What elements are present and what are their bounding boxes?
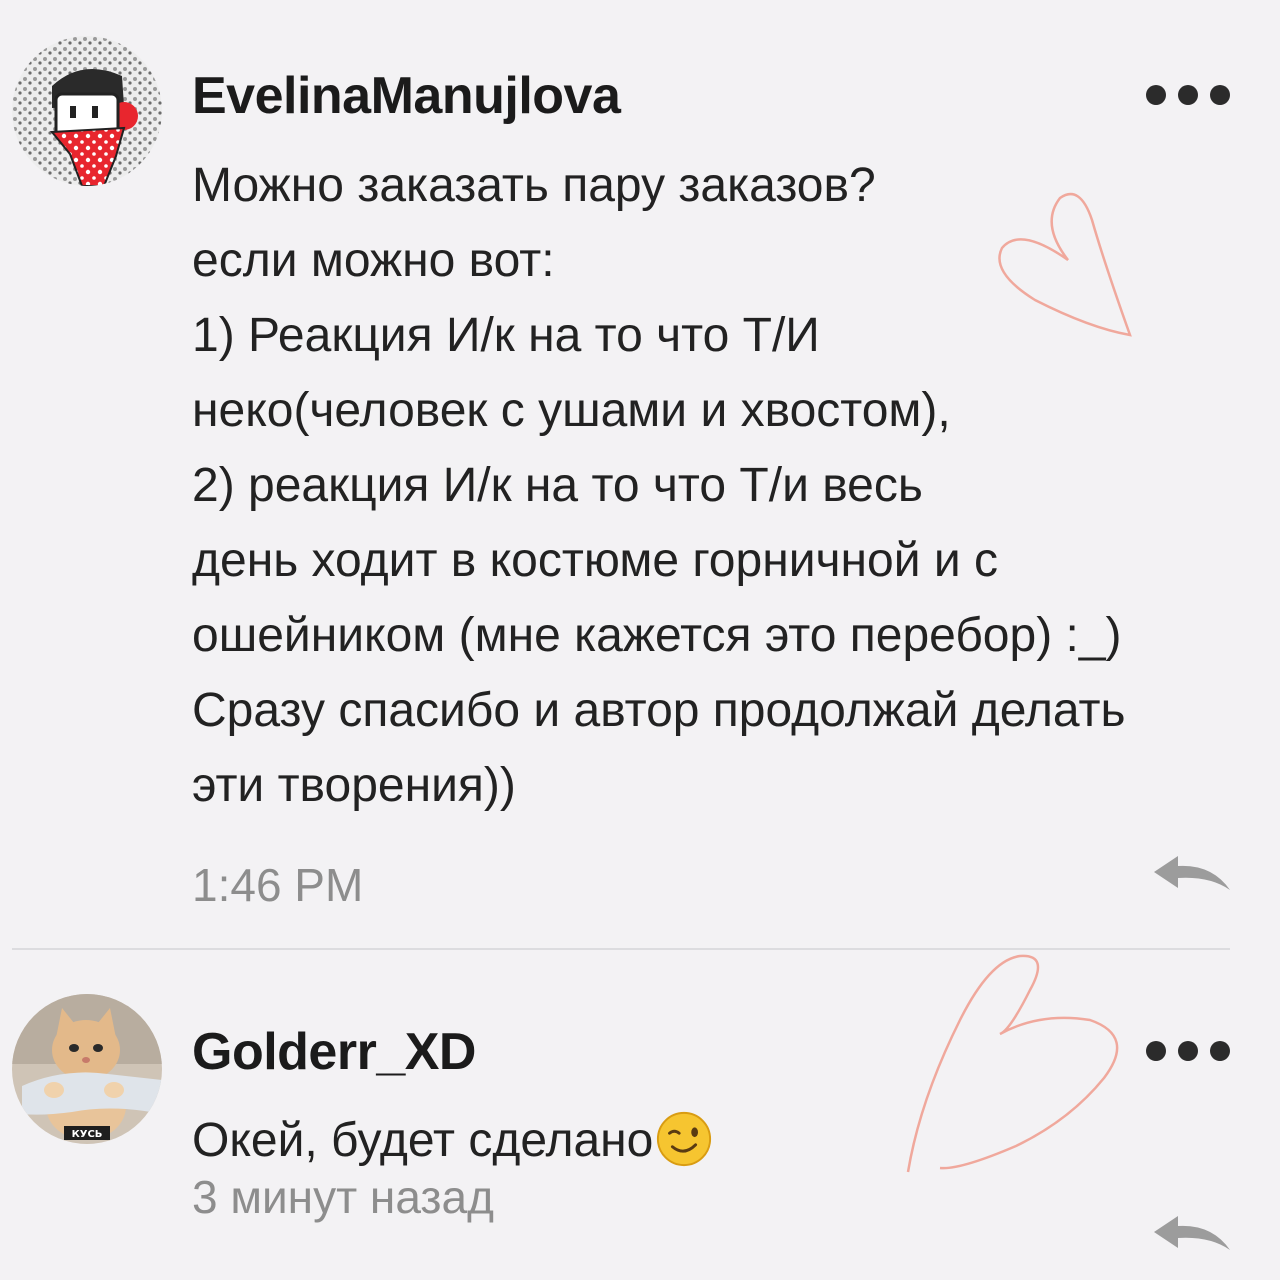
more-dots-icon <box>1210 1041 1230 1061</box>
comment-item: КУСЬ Golderr_XD Окей, будет сделано 3 ми… <box>0 950 1280 1280</box>
avatar[interactable]: КУСЬ <box>12 994 162 1144</box>
comment-text-content: Окей, будет сделано <box>192 1114 654 1167</box>
comment-text: Можно заказать пару заказов? если можно … <box>192 148 1252 823</box>
timestamp: 3 минут назад <box>192 1171 494 1223</box>
avatar[interactable] <box>12 36 162 186</box>
username[interactable]: Golderr_XD <box>192 1022 476 1082</box>
comment-text-line: неко(человек с ушами и хвостом), <box>192 384 951 437</box>
comment-text-line: 1) Реакция И/к на то что Т/И <box>192 309 820 362</box>
reply-button[interactable] <box>1152 852 1232 896</box>
winking-face-emoji <box>657 1112 712 1167</box>
reply-button[interactable] <box>1152 1212 1232 1256</box>
reply-arrow-icon <box>1154 1216 1230 1250</box>
comment-text-line: день ходит в костюме горничной и с <box>192 534 999 587</box>
comment-text-line: Окей, будет сделано <box>192 1103 1252 1178</box>
comment-text-line: эти творения)) <box>192 759 516 812</box>
comment-text-line: 2) реакция И/к на то что Т/и весь <box>192 459 923 512</box>
more-dots-icon <box>1178 85 1198 105</box>
timestamp: 1:46 PM <box>192 859 364 911</box>
avatar-caption: КУСЬ <box>72 1129 103 1140</box>
comment-text-line: ошейником (мне кажется это перебор) :_) <box>192 609 1122 662</box>
more-dots-icon <box>1146 85 1166 105</box>
username[interactable]: EvelinaManujlova <box>192 66 621 126</box>
comment-item: EvelinaManujlova Можно заказать пару зак… <box>0 0 1280 948</box>
comment-text: Окей, будет сделано <box>192 1103 1252 1178</box>
more-dots-icon <box>1178 1041 1198 1061</box>
more-dots-icon <box>1210 85 1230 105</box>
reply-arrow-icon <box>1154 856 1230 890</box>
boy-with-red-polka-dot-scarf-icon <box>12 36 162 186</box>
comment-text-line: Сразу спасибо и автор продолжай делать <box>192 684 1126 737</box>
comment-text-line: Можно заказать пару заказов? <box>192 159 876 212</box>
more-options-button[interactable] <box>1146 80 1230 110</box>
cat-photo-icon: КУСЬ <box>12 994 162 1144</box>
comment-text-line: если можно вот: <box>192 234 555 287</box>
more-dots-icon <box>1146 1041 1166 1061</box>
more-options-button[interactable] <box>1146 1036 1230 1066</box>
